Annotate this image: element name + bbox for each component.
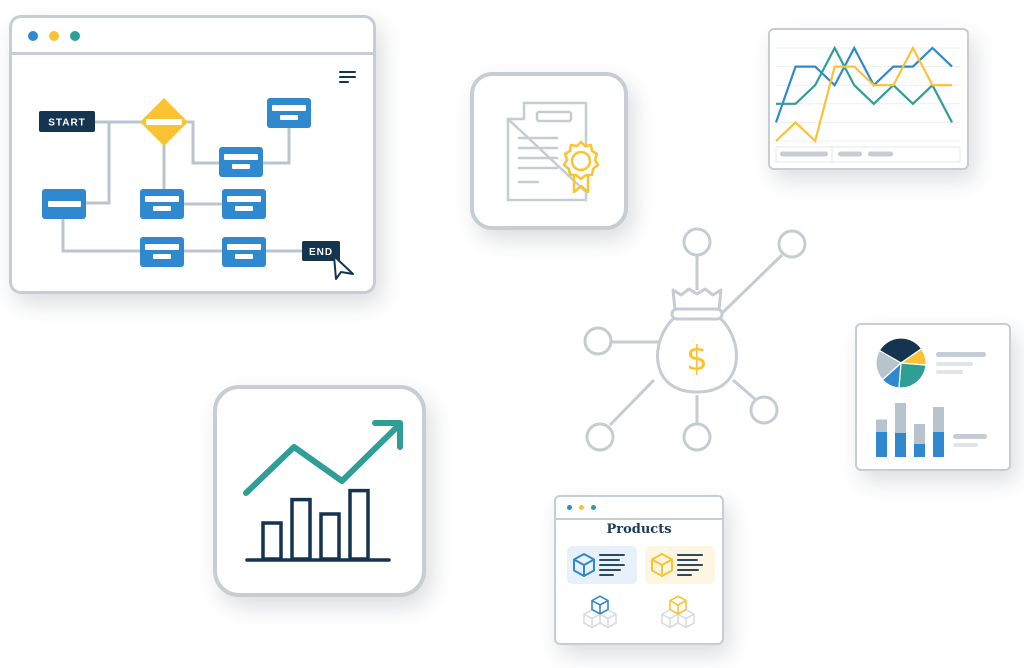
stacked-cubes-icon	[583, 595, 617, 629]
process-node[interactable]	[140, 189, 184, 219]
flow-connectors	[61, 120, 302, 253]
stacked-cubes-icon	[661, 595, 695, 629]
pie-bar-chart	[875, 337, 987, 457]
network-node[interactable]	[682, 227, 712, 257]
bar-segment-base	[933, 432, 944, 457]
process-node[interactable]	[140, 237, 184, 267]
legend-placeholder	[953, 443, 978, 447]
legend-placeholder	[780, 151, 828, 157]
money-network-diagram: $	[583, 227, 807, 452]
certificate-card[interactable]	[470, 72, 628, 230]
bar-segment-top	[914, 424, 925, 444]
bar-segment-base	[895, 433, 906, 457]
stacked-bar-chart	[876, 403, 944, 457]
product-tile-yellow[interactable]	[645, 546, 715, 584]
growth-bar	[348, 488, 370, 561]
pie-chart	[875, 337, 927, 389]
dollar-symbol: $	[686, 339, 708, 379]
legend-placeholder	[936, 370, 963, 374]
flow-diagram: START END	[39, 71, 356, 280]
pie-slice-teal	[898, 362, 927, 389]
end-label: END	[309, 247, 333, 258]
bar-segment-base	[914, 444, 925, 457]
product-tile-blue[interactable]	[567, 546, 637, 584]
flow-diagram-window: START END	[9, 15, 376, 294]
window-dot-teal[interactable]	[591, 505, 596, 510]
window-dot-blue[interactable]	[567, 505, 572, 510]
network-node[interactable]	[682, 422, 712, 452]
bar-segment-top	[895, 403, 906, 433]
growth-chart-icon	[243, 420, 403, 562]
growth-bar	[319, 512, 341, 561]
start-node[interactable]: START	[39, 111, 95, 132]
window-titlebar	[556, 497, 722, 520]
process-node[interactable]	[219, 147, 263, 177]
legend-placeholder	[838, 151, 862, 157]
window-dot-yellow[interactable]	[579, 505, 584, 510]
pie-bar-chart-card[interactable]	[855, 323, 1011, 471]
trend-up-arrow-icon	[243, 420, 403, 496]
bar-segment-top	[933, 407, 944, 432]
products-title: Products	[606, 522, 672, 537]
bar-segment-top	[876, 419, 887, 432]
award-ribbon-icon	[562, 140, 600, 194]
mouse-pointer-icon	[333, 255, 354, 280]
chart-gridlines	[776, 47, 960, 142]
growth-bar	[261, 521, 283, 561]
process-node[interactable]	[222, 189, 266, 219]
diamond-decision-icon[interactable]	[140, 98, 188, 146]
legend-placeholder	[936, 362, 973, 366]
legend-placeholder	[953, 434, 987, 439]
hamburger-menu-icon[interactable]	[339, 71, 356, 83]
bar-segment-base	[876, 432, 887, 457]
growth-bar	[290, 497, 312, 561]
network-node[interactable]	[777, 229, 807, 259]
process-node[interactable]	[42, 189, 86, 219]
products-window[interactable]: Products	[554, 495, 724, 645]
process-node[interactable]	[222, 237, 266, 267]
network-node[interactable]	[585, 422, 615, 452]
certificate-document-icon	[506, 101, 600, 202]
chart-legend-bar	[775, 146, 961, 163]
line-chart-card[interactable]	[768, 28, 969, 170]
network-node[interactable]	[583, 326, 613, 356]
legend-placeholder	[868, 151, 893, 157]
growth-chart-card[interactable]	[213, 385, 426, 597]
line-chart	[774, 45, 961, 163]
process-node[interactable]	[267, 98, 311, 128]
network-node[interactable]	[749, 395, 779, 425]
start-label: START	[48, 118, 86, 129]
legend-placeholder	[936, 352, 986, 357]
